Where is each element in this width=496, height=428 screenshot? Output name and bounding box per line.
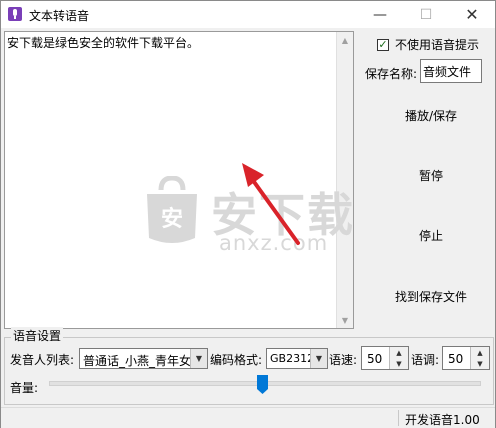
window-title: 文本转语音 xyxy=(29,9,90,23)
scroll-down-icon[interactable]: ▼ xyxy=(337,312,353,328)
microphone-icon xyxy=(8,7,22,21)
text-content: 安下载是绿色安全的软件下载平台。 xyxy=(7,36,200,50)
encoding-select[interactable]: GB2312 ▼ xyxy=(266,348,328,369)
speed-value: 50 xyxy=(367,352,383,366)
save-name-input[interactable]: 音频文件 xyxy=(420,59,482,83)
no-voice-prompt-option[interactable]: ✓ 不使用语音提示 xyxy=(377,36,479,53)
red-arrow-icon xyxy=(242,163,300,245)
status-divider xyxy=(398,410,399,426)
watermark-bag-icon: 安 xyxy=(147,176,197,243)
status-text: 开发语音1.00 xyxy=(405,413,480,427)
chevron-down-icon[interactable]: ▼ xyxy=(310,349,327,368)
stepper-up-icon[interactable]: ▲ xyxy=(471,347,489,358)
speed-stepper[interactable]: 50 ▲ ▼ xyxy=(361,346,409,370)
volume-label: 音量: xyxy=(10,381,39,395)
stepper-down-icon[interactable]: ▼ xyxy=(471,358,489,369)
pitch-value: 50 xyxy=(448,352,464,366)
save-name-label: 保存名称: xyxy=(365,67,418,81)
find-saved-file-button[interactable]: 找到保存文件 xyxy=(381,288,481,305)
chevron-down-icon[interactable]: ▼ xyxy=(190,349,207,368)
maximize-button[interactable]: ☐ xyxy=(403,1,449,28)
encoding-select-value: GB2312 xyxy=(270,352,315,365)
status-bar: 开发语音1.00 xyxy=(1,407,495,428)
speaker-select[interactable]: 普通话_小燕_青年女 ▼ xyxy=(79,348,208,369)
pitch-label: 语调: xyxy=(411,353,440,367)
close-button[interactable]: ✕ xyxy=(449,1,495,28)
pause-button[interactable]: 暂停 xyxy=(381,167,481,184)
svg-text:安: 安 xyxy=(161,206,183,232)
play-save-button[interactable]: 播放/保存 xyxy=(381,107,481,124)
title-bar: 文本转语音 — ☐ ✕ xyxy=(1,1,495,28)
speaker-list-label: 发音人列表: xyxy=(10,353,75,367)
encoding-label: 编码格式: xyxy=(210,353,263,367)
stepper-up-icon[interactable]: ▲ xyxy=(390,347,408,358)
main-window: 文本转语音 — ☐ ✕ 安下载是绿色安全的软件下载平台。 ▲ ▼ 安 安下载 a… xyxy=(0,0,496,428)
no-voice-prompt-checkbox[interactable]: ✓ xyxy=(377,38,389,51)
minimize-button[interactable]: — xyxy=(357,1,403,28)
speaker-select-value: 普通话_小燕_青年女 xyxy=(83,354,191,368)
volume-slider-thumb[interactable] xyxy=(257,375,268,394)
scroll-up-icon[interactable]: ▲ xyxy=(337,32,353,48)
pitch-stepper[interactable]: 50 ▲ ▼ xyxy=(442,346,490,370)
voice-settings-title: 语音设置 xyxy=(11,327,64,344)
no-voice-prompt-label: 不使用语音提示 xyxy=(395,38,480,52)
speed-label: 语速: xyxy=(329,353,358,367)
voice-settings-group xyxy=(4,337,494,405)
stop-button[interactable]: 停止 xyxy=(381,227,481,244)
stepper-down-icon[interactable]: ▼ xyxy=(390,358,408,369)
